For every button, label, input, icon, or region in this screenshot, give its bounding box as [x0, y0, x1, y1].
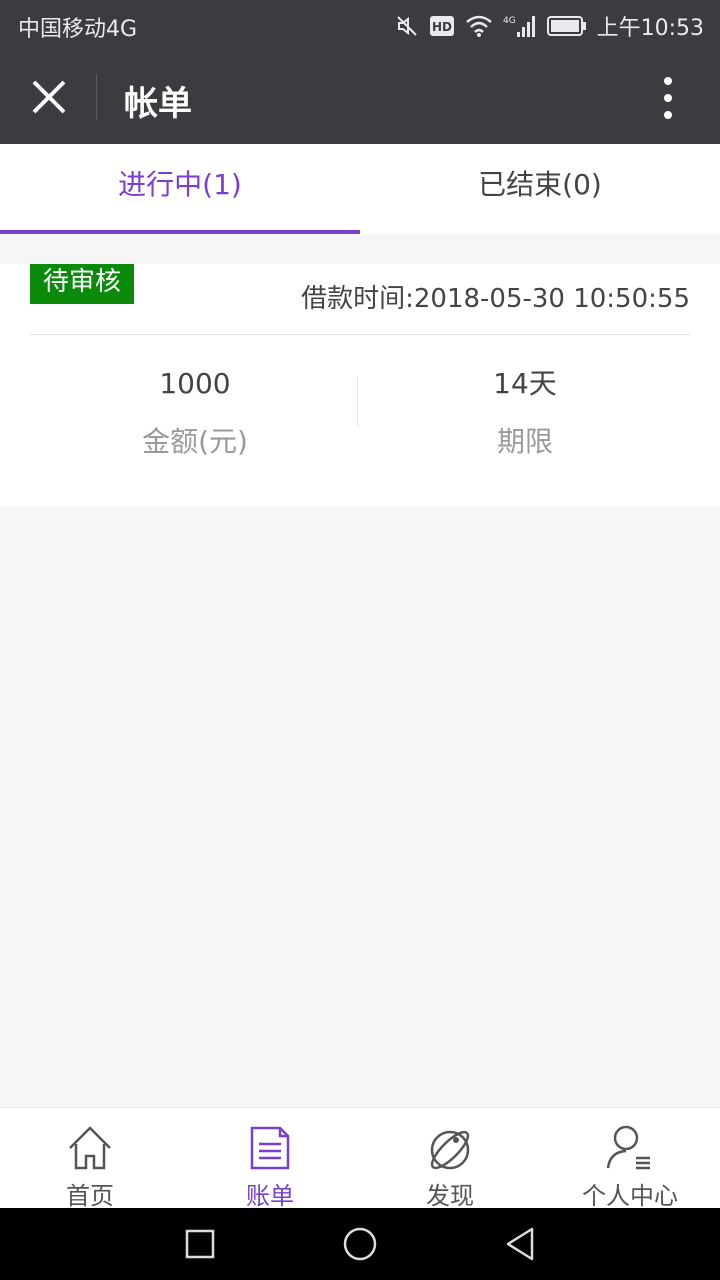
nav-discover-label: 发现 [426, 1182, 474, 1210]
bottom-nav: 首页 账单 发现 个人中心 [0, 1107, 720, 1210]
planet-icon [430, 1130, 470, 1170]
loan-card[interactable]: 待审核 借款时间:2018-05-30 10:50:55 1000 金额(元) … [0, 264, 720, 507]
more-icon[interactable] [658, 76, 678, 120]
amount-stat: 1000 金额(元) [30, 364, 360, 460]
term-value: 14天 [493, 367, 557, 400]
card-divider [30, 334, 690, 335]
carrier-label: 中国移动4G [18, 17, 138, 42]
system-nav-bar [0, 1208, 720, 1280]
loan-time: 借款时间:2018-05-30 10:50:55 [301, 284, 690, 314]
status-icons: HD 4G 上午10:53 [395, 10, 704, 42]
back-icon[interactable] [504, 1224, 536, 1264]
home-circle-icon[interactable] [342, 1224, 378, 1264]
stat-divider [357, 376, 358, 426]
wifi-icon [465, 15, 492, 37]
nav-bill-label: 账单 [246, 1182, 294, 1210]
nav-bill[interactable]: 账单 [180, 1108, 360, 1210]
close-icon[interactable] [28, 76, 70, 118]
nav-profile[interactable]: 个人中心 [540, 1108, 720, 1210]
hd-icon: HD [429, 16, 454, 36]
user-icon [606, 1125, 650, 1170]
app-header: 帐单 [0, 50, 720, 144]
nav-home-label: 首页 [66, 1182, 114, 1210]
svg-text:HD: HD [432, 20, 452, 34]
nav-profile-label: 个人中心 [582, 1182, 678, 1210]
term-label: 期限 [496, 425, 553, 458]
status-bar: 中国移动4G HD 4G 上午10:53 [0, 0, 720, 50]
amount-label: 金额(元) [142, 425, 248, 458]
signal-icon: 4G [503, 16, 535, 37]
clock: 上午10:53 [596, 16, 704, 41]
battery-icon [546, 16, 586, 36]
tab-finished[interactable]: 已结束(0) [360, 144, 720, 234]
term-stat: 14天 期限 [360, 364, 690, 460]
svg-text:4G: 4G [503, 16, 516, 26]
amount-value: 1000 [159, 367, 231, 400]
header-divider [96, 74, 97, 120]
status-badge: 待审核 [30, 264, 134, 304]
mute-icon [396, 16, 417, 36]
recent-apps-icon[interactable] [184, 1224, 216, 1264]
home-icon [69, 1126, 111, 1170]
bill-icon [250, 1126, 290, 1170]
tab-in-progress[interactable]: 进行中(1) [0, 144, 360, 234]
nav-discover[interactable]: 发现 [360, 1108, 540, 1210]
page-title: 帐单 [124, 84, 192, 124]
tab-bar: 进行中(1) 已结束(0) [0, 144, 720, 234]
nav-home[interactable]: 首页 [0, 1108, 180, 1210]
